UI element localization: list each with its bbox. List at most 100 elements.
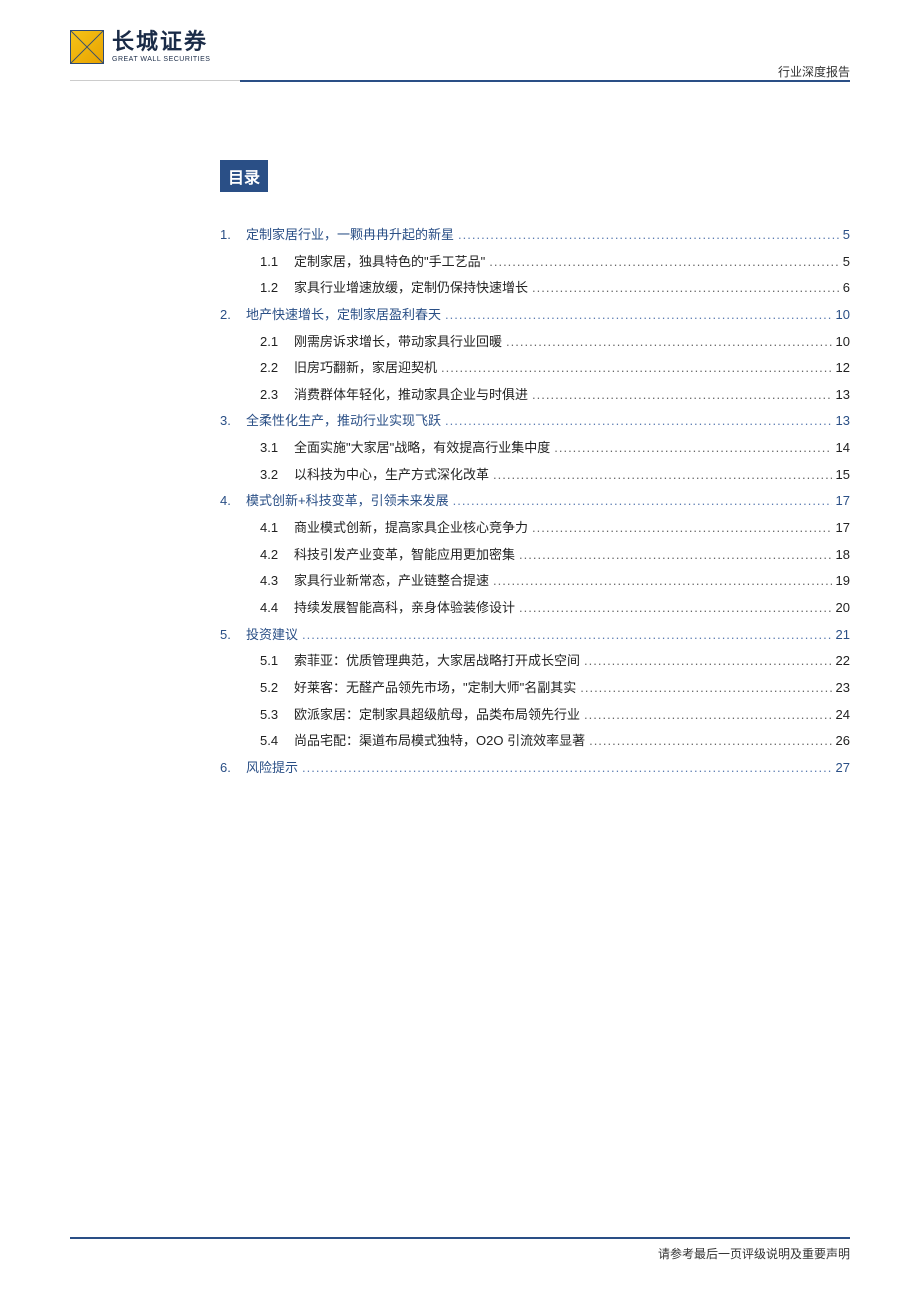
toc-section[interactable]: 5.投资建议 21 <box>220 622 850 649</box>
toc-subsection[interactable]: 1.2家具行业增速放缓，定制仍保持快速增长6 <box>220 275 850 302</box>
toc-number: 6. <box>220 755 246 782</box>
toc-subsection[interactable]: 2.3消费群体年轻化，推动家具企业与时俱进13 <box>220 382 850 409</box>
toc-leader-dots <box>532 515 832 542</box>
toc-leader-dots <box>302 755 832 782</box>
toc-number: 2.1 <box>260 329 294 356</box>
toc-subsection[interactable]: 5.2好莱客：无醛产品领先市场，"定制大师"名副其实 23 <box>220 675 850 702</box>
toc-leader-dots <box>532 382 832 409</box>
toc-number: 4.3 <box>260 568 294 595</box>
toc-subsection[interactable]: 4.3家具行业新常态，产业链整合提速 19 <box>220 568 850 595</box>
toc-subsection[interactable]: 2.2旧房巧翻新，家居迎契机 12 <box>220 355 850 382</box>
toc-heading-wrap: 目录 <box>220 160 920 192</box>
toc-leader-dots <box>532 275 839 302</box>
toc-page-number: 23 <box>836 675 850 702</box>
toc-number: 1. <box>220 222 246 249</box>
toc-label: 模式创新+科技变革，引领未来发展 <box>246 488 449 515</box>
toc-page-number: 10 <box>836 302 850 329</box>
toc-subsection[interactable]: 4.1商业模式创新，提高家具企业核心竞争力17 <box>220 515 850 542</box>
toc-number: 4.2 <box>260 542 294 569</box>
toc-section[interactable]: 2.地产快速增长，定制家居盈利春天 10 <box>220 302 850 329</box>
toc-label: 索菲亚：优质管理典范，大家居战略打开成长空间 <box>294 648 580 675</box>
toc-section[interactable]: 4.模式创新+科技变革，引领未来发展 17 <box>220 488 850 515</box>
table-of-contents: 1.定制家居行业，一颗冉冉升起的新星51.1定制家居，独具特色的"手工艺品"51… <box>220 222 850 781</box>
toc-label: 定制家居行业，一颗冉冉升起的新星 <box>246 222 454 249</box>
toc-leader-dots <box>445 408 832 435</box>
toc-number: 5.2 <box>260 675 294 702</box>
toc-label: 欧派家居：定制家具超级航母，品类布局领先行业 <box>294 702 580 729</box>
toc-page-number: 17 <box>836 488 850 515</box>
toc-label: 持续发展智能高科，亲身体验装修设计 <box>294 595 515 622</box>
toc-section[interactable]: 6.风险提示27 <box>220 755 850 782</box>
toc-leader-dots <box>458 222 839 249</box>
page-header: 长城证券 GREAT WALL SECURITIES 行业深度报告 <box>0 0 920 110</box>
document-type-label: 行业深度报告 <box>778 63 850 80</box>
footer-note: 请参考最后一页评级说明及重要声明 <box>70 1245 850 1262</box>
toc-label: 家具行业新常态，产业链整合提速 <box>294 568 489 595</box>
toc-subsection[interactable]: 5.3欧派家居：定制家具超级航母，品类布局领先行业 24 <box>220 702 850 729</box>
toc-leader-dots <box>493 462 832 489</box>
page-footer: 请参考最后一页评级说明及重要声明 <box>70 1237 850 1262</box>
toc-leader-dots <box>453 488 832 515</box>
toc-page-number: 27 <box>836 755 850 782</box>
toc-subsection[interactable]: 3.1全面实施"大家居"战略，有效提高行业集中度14 <box>220 435 850 462</box>
toc-number: 3. <box>220 408 246 435</box>
toc-page-number: 24 <box>836 702 850 729</box>
toc-number: 3.1 <box>260 435 294 462</box>
toc-page-number: 22 <box>836 648 850 675</box>
toc-number: 4. <box>220 488 246 515</box>
toc-page-number: 5 <box>843 249 850 276</box>
brand-logo: 长城证券 GREAT WALL SECURITIES <box>70 30 850 64</box>
toc-page-number: 20 <box>836 595 850 622</box>
toc-subsection[interactable]: 2.1刚需房诉求增长，带动家具行业回暖 10 <box>220 329 850 356</box>
toc-page-number: 13 <box>836 408 850 435</box>
toc-number: 1.2 <box>260 275 294 302</box>
toc-subsection[interactable]: 5.4尚品宅配：渠道布局模式独特，O2O 引流效率显著26 <box>220 728 850 755</box>
toc-subsection[interactable]: 3.2以科技为中心，生产方式深化改革15 <box>220 462 850 489</box>
header-divider <box>240 80 850 82</box>
toc-leader-dots <box>589 728 831 755</box>
toc-page-number: 5 <box>843 222 850 249</box>
toc-leader-dots <box>584 648 832 675</box>
footer-divider <box>70 1237 850 1239</box>
toc-page-number: 12 <box>836 355 850 382</box>
toc-number: 5.3 <box>260 702 294 729</box>
toc-subsection[interactable]: 4.4持续发展智能高科，亲身体验装修设计 20 <box>220 595 850 622</box>
toc-section[interactable]: 1.定制家居行业，一颗冉冉升起的新星 5 <box>220 222 850 249</box>
toc-number: 2.3 <box>260 382 294 409</box>
toc-subsection[interactable]: 4.2科技引发产业变革，智能应用更加密集 18 <box>220 542 850 569</box>
toc-page-number: 19 <box>836 568 850 595</box>
toc-label: 全柔性化生产，推动行业实现飞跃 <box>246 408 441 435</box>
toc-leader-dots <box>441 355 832 382</box>
toc-number: 5.4 <box>260 728 294 755</box>
toc-section[interactable]: 3.全柔性化生产，推动行业实现飞跃 13 <box>220 408 850 435</box>
toc-subsection[interactable]: 1.1定制家居，独具特色的"手工艺品" 5 <box>220 249 850 276</box>
toc-number: 5. <box>220 622 246 649</box>
page: 长城证券 GREAT WALL SECURITIES 行业深度报告 目录 1.定… <box>0 0 920 1302</box>
toc-label: 旧房巧翻新，家居迎契机 <box>294 355 437 382</box>
toc-leader-dots <box>554 435 831 462</box>
toc-page-number: 10 <box>836 329 850 356</box>
toc-page-number: 18 <box>836 542 850 569</box>
toc-label: 好莱客：无醛产品领先市场，"定制大师"名副其实 <box>294 675 576 702</box>
toc-label: 投资建议 <box>246 622 298 649</box>
toc-number: 5.1 <box>260 648 294 675</box>
toc-number: 1.1 <box>260 249 294 276</box>
toc-leader-dots <box>584 702 832 729</box>
toc-number: 3.2 <box>260 462 294 489</box>
toc-label: 家具行业增速放缓，定制仍保持快速增长 <box>294 275 528 302</box>
toc-label: 全面实施"大家居"战略，有效提高行业集中度 <box>294 435 550 462</box>
toc-label: 科技引发产业变革，智能应用更加密集 <box>294 542 515 569</box>
toc-label: 刚需房诉求增长，带动家具行业回暖 <box>294 329 502 356</box>
toc-number: 2. <box>220 302 246 329</box>
toc-leader-dots <box>489 249 839 276</box>
toc-page-number: 21 <box>836 622 850 649</box>
toc-leader-dots <box>519 542 832 569</box>
toc-label: 地产快速增长，定制家居盈利春天 <box>246 302 441 329</box>
toc-number: 2.2 <box>260 355 294 382</box>
toc-number: 4.4 <box>260 595 294 622</box>
toc-leader-dots <box>580 675 831 702</box>
toc-label: 定制家居，独具特色的"手工艺品" <box>294 249 485 276</box>
toc-subsection[interactable]: 5.1索菲亚：优质管理典范，大家居战略打开成长空间 22 <box>220 648 850 675</box>
toc-page-number: 17 <box>836 515 850 542</box>
toc-label: 尚品宅配：渠道布局模式独特，O2O 引流效率显著 <box>294 728 585 755</box>
